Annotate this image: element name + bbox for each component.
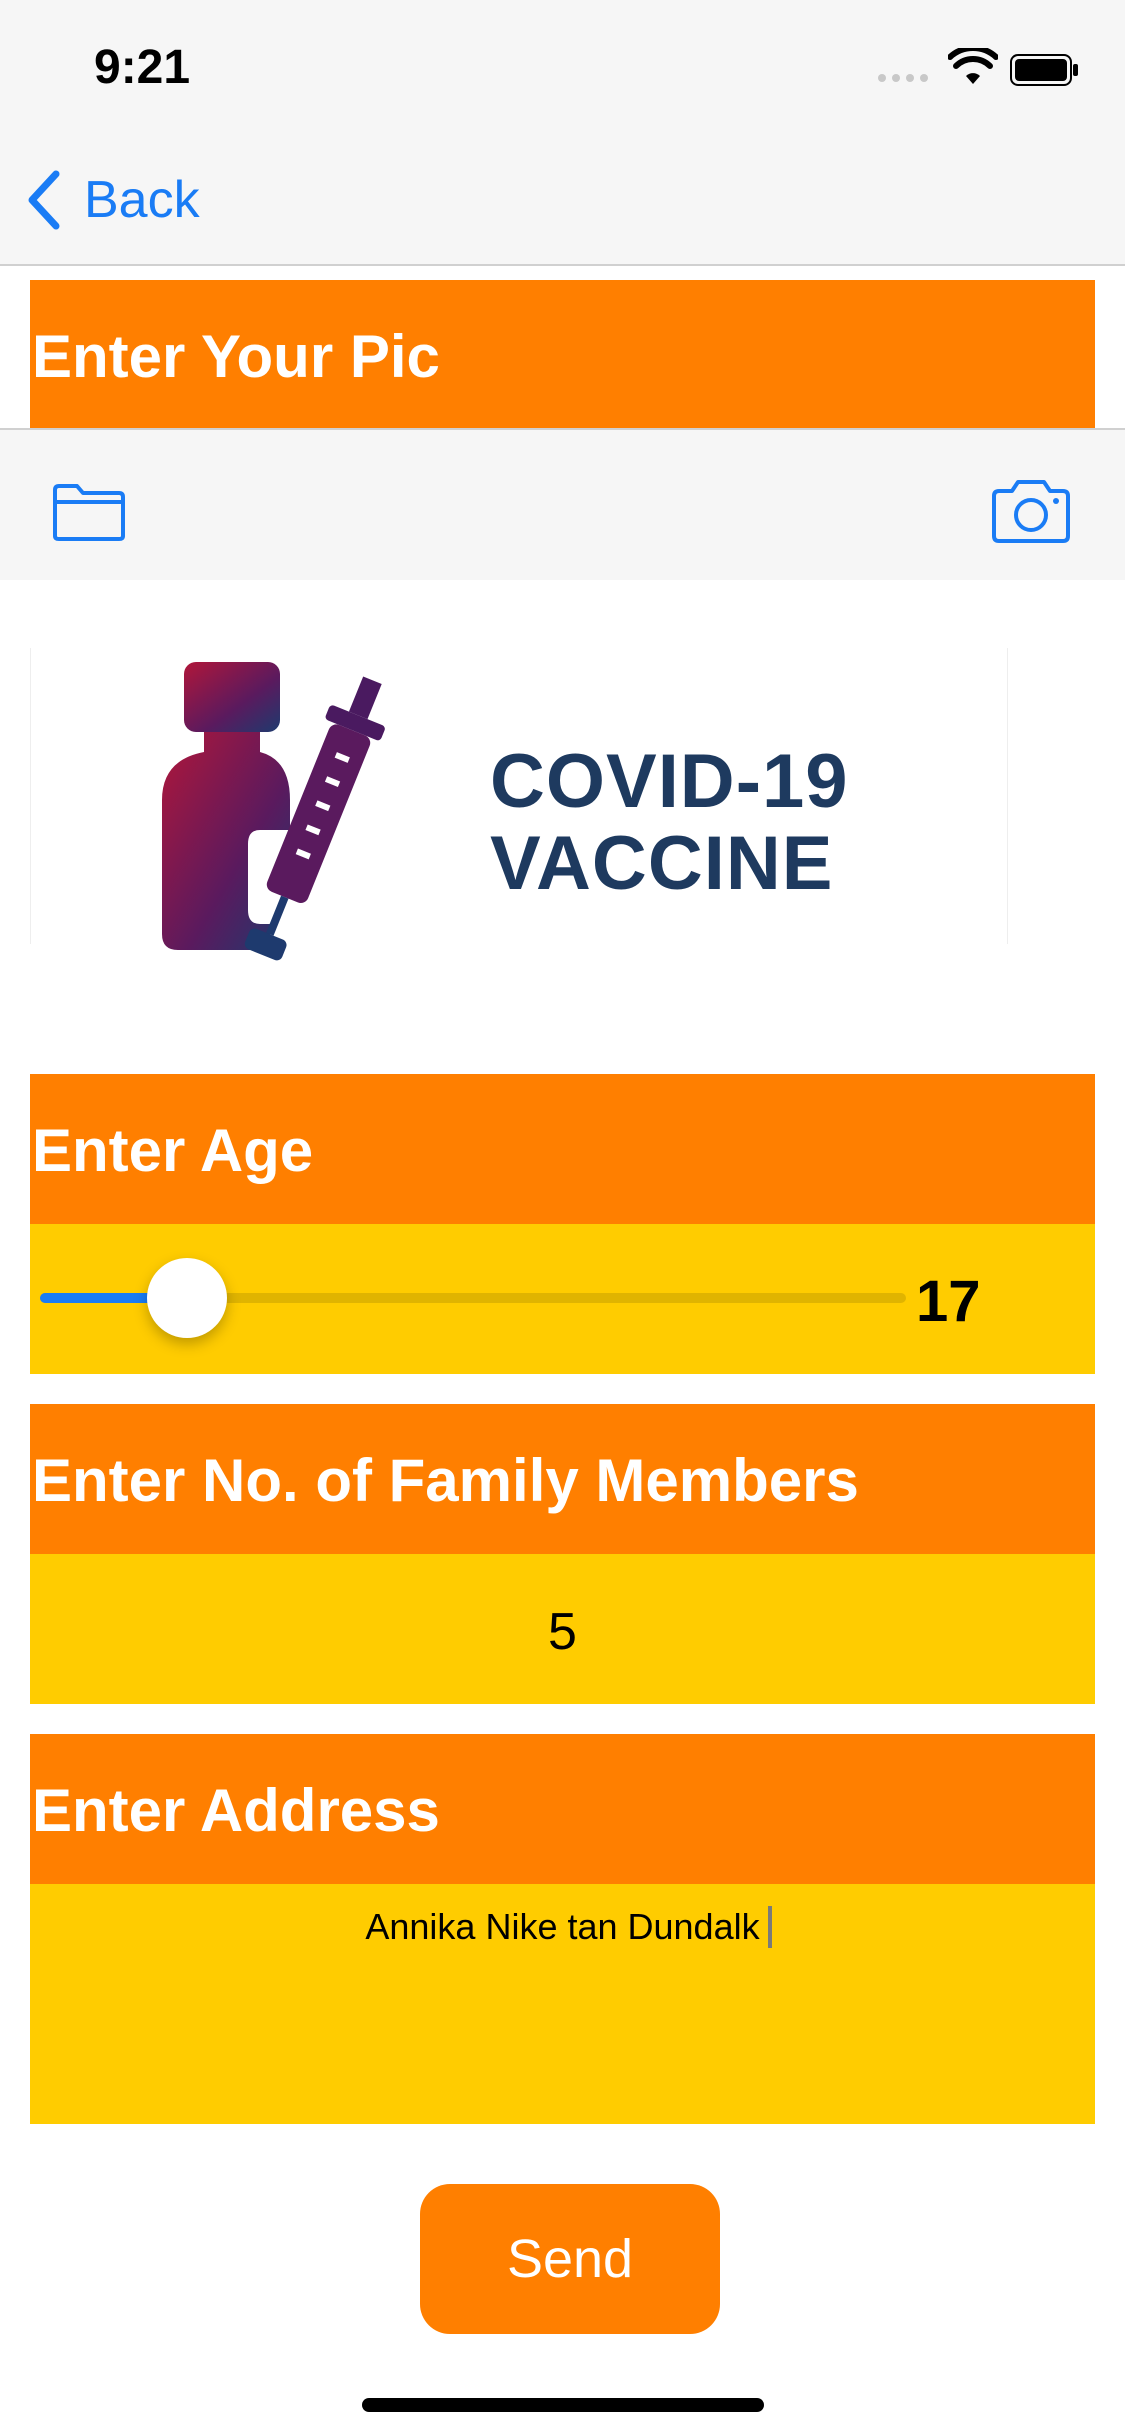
image-source-toolbar [0, 428, 1125, 580]
text-caret [768, 1906, 772, 1948]
age-section-header: Enter Age [30, 1074, 1095, 1224]
address-section-title: Enter Address [32, 1777, 440, 1844]
folder-icon[interactable] [52, 482, 126, 542]
image-text-line1: COVID-19 [490, 739, 849, 824]
home-indicator [362, 2398, 764, 2412]
image-text-line2: VACCINE [490, 821, 834, 906]
pic-section-title: Enter Your Pic [32, 323, 440, 390]
signal-icon [878, 74, 928, 82]
vaccine-logo-icon [162, 662, 385, 961]
status-time: 9:21 [94, 41, 191, 94]
age-section-title: Enter Age [32, 1117, 314, 1184]
address-value[interactable]: Annika Nike tan Dundalk [0, 1906, 1125, 1948]
pic-section-header: Enter Your Pic [30, 280, 1095, 428]
age-value: 17 [916, 1269, 981, 1334]
chevron-left-icon[interactable] [26, 170, 62, 230]
family-members-value[interactable]: 5 [0, 1602, 1125, 1662]
family-section-title: Enter No. of Family Members [32, 1447, 859, 1514]
back-button[interactable]: Back [84, 170, 200, 230]
send-button[interactable]: Send [420, 2184, 720, 2334]
wifi-icon [948, 48, 998, 84]
family-section-header: Enter No. of Family Members [30, 1404, 1095, 1554]
age-slider-thumb[interactable] [147, 1258, 228, 1338]
camera-icon[interactable] [990, 478, 1072, 544]
battery-icon [1010, 54, 1078, 86]
address-section-header: Enter Address [30, 1734, 1095, 1884]
